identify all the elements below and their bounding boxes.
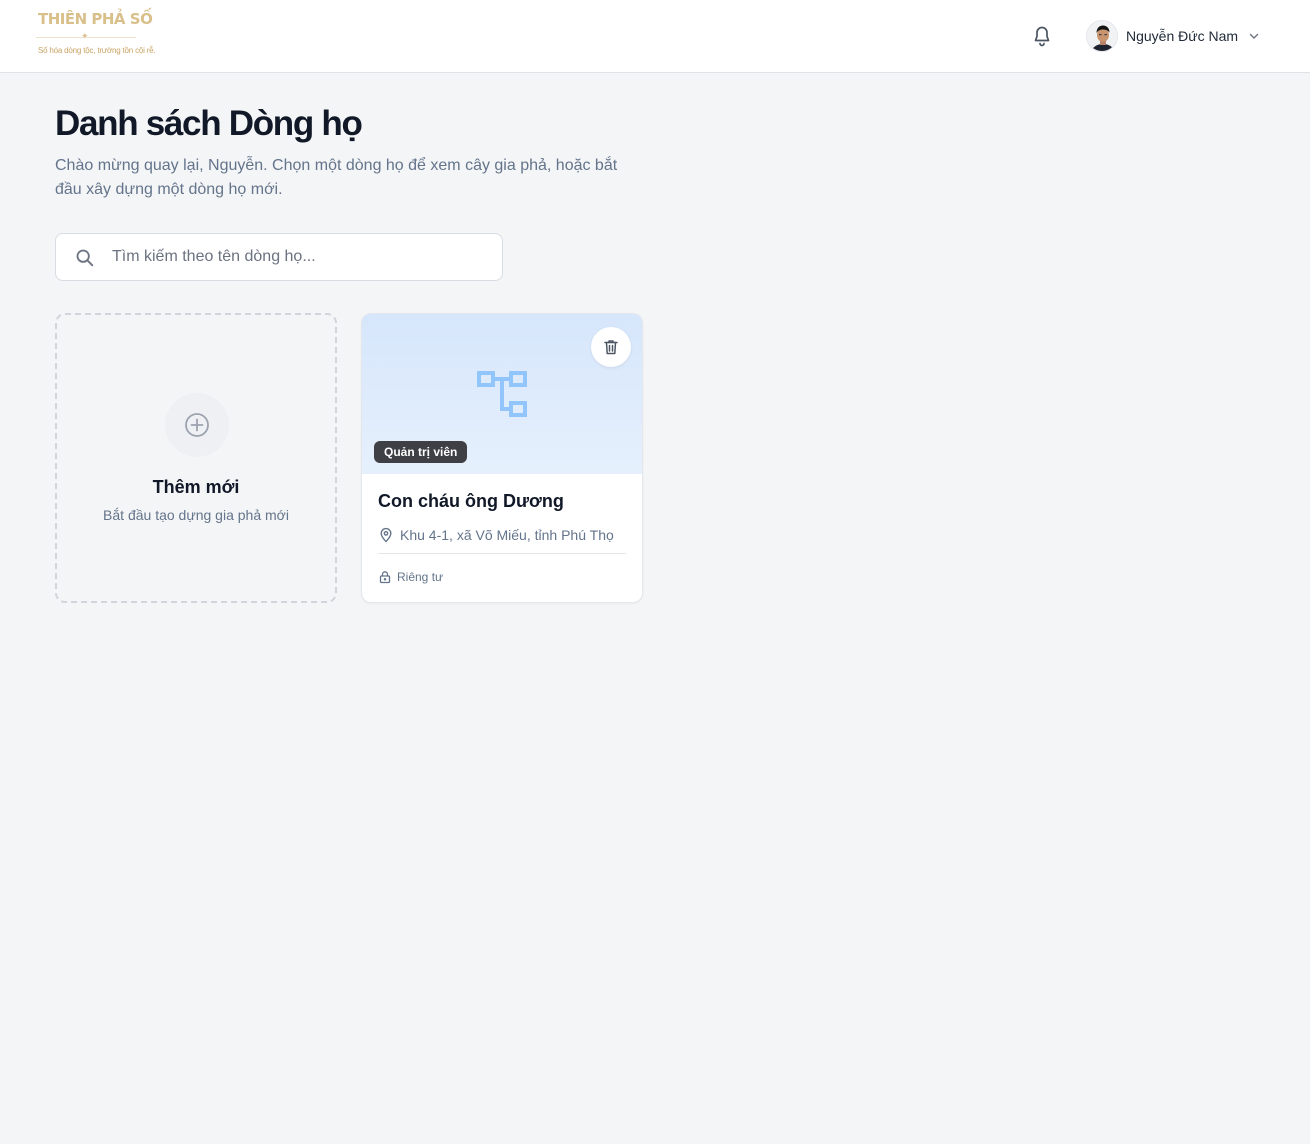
family-address-text: Khu 4-1, xã Võ Miếu, tỉnh Phú Thọ bbox=[400, 527, 614, 543]
notifications-button[interactable] bbox=[1030, 24, 1054, 48]
family-tree-icon bbox=[477, 371, 527, 417]
user-menu[interactable]: Nguyễn Đức Nam bbox=[1086, 20, 1260, 52]
top-header: THIÊN PHẢ SỐ ✦ Số hóa dòng tộc, trường t… bbox=[0, 0, 1310, 73]
card-divider bbox=[378, 553, 626, 554]
logo-tagline: Số hóa dòng tộc, trường tồn cội rễ. bbox=[38, 46, 156, 55]
trash-icon bbox=[604, 340, 618, 355]
plus-circle-icon bbox=[185, 413, 209, 437]
family-address: Khu 4-1, xã Võ Miếu, tỉnh Phú Thọ bbox=[378, 527, 614, 543]
chevron-down-icon bbox=[1249, 33, 1259, 39]
map-pin-icon bbox=[380, 527, 392, 543]
privacy-label: Riêng tư bbox=[397, 570, 444, 584]
logo-divider bbox=[36, 37, 136, 38]
add-card-title: Thêm mới bbox=[152, 477, 240, 497]
lock-icon bbox=[379, 571, 391, 584]
user-avatar bbox=[1086, 20, 1118, 52]
role-badge: Quản trị viên bbox=[374, 441, 468, 463]
add-family-card[interactable]: Thêm mới Bắt đầu tạo dựng gia phả mới bbox=[55, 313, 337, 603]
privacy-status: Riêng tư bbox=[378, 570, 443, 584]
add-icon-circle bbox=[165, 393, 229, 457]
search-icon bbox=[76, 249, 94, 267]
page-title: Danh sách Dòng họ bbox=[55, 104, 363, 143]
logo-wordmark: THIÊN PHẢ SỐ bbox=[38, 10, 153, 28]
search-input[interactable] bbox=[112, 234, 492, 280]
family-card[interactable]: Quản trị viên Con cháu ông Dương Khu 4-1… bbox=[361, 313, 643, 603]
user-name: Nguyễn Đức Nam bbox=[1126, 28, 1239, 44]
delete-family-button[interactable] bbox=[591, 327, 631, 367]
brand-logo[interactable]: THIÊN PHẢ SỐ ✦ Số hóa dòng tộc, trường t… bbox=[34, 10, 156, 60]
bell-icon bbox=[1034, 26, 1050, 47]
search-box[interactable] bbox=[55, 233, 503, 281]
family-name: Con cháu ông Dương bbox=[378, 491, 564, 511]
add-card-subtitle: Bắt đầu tạo dựng gia phả mới bbox=[103, 507, 289, 523]
family-card-cover: Quản trị viên bbox=[362, 314, 642, 474]
page-subtitle: Chào mừng quay lại, Nguyễn. Chọn một dòn… bbox=[55, 157, 618, 198]
